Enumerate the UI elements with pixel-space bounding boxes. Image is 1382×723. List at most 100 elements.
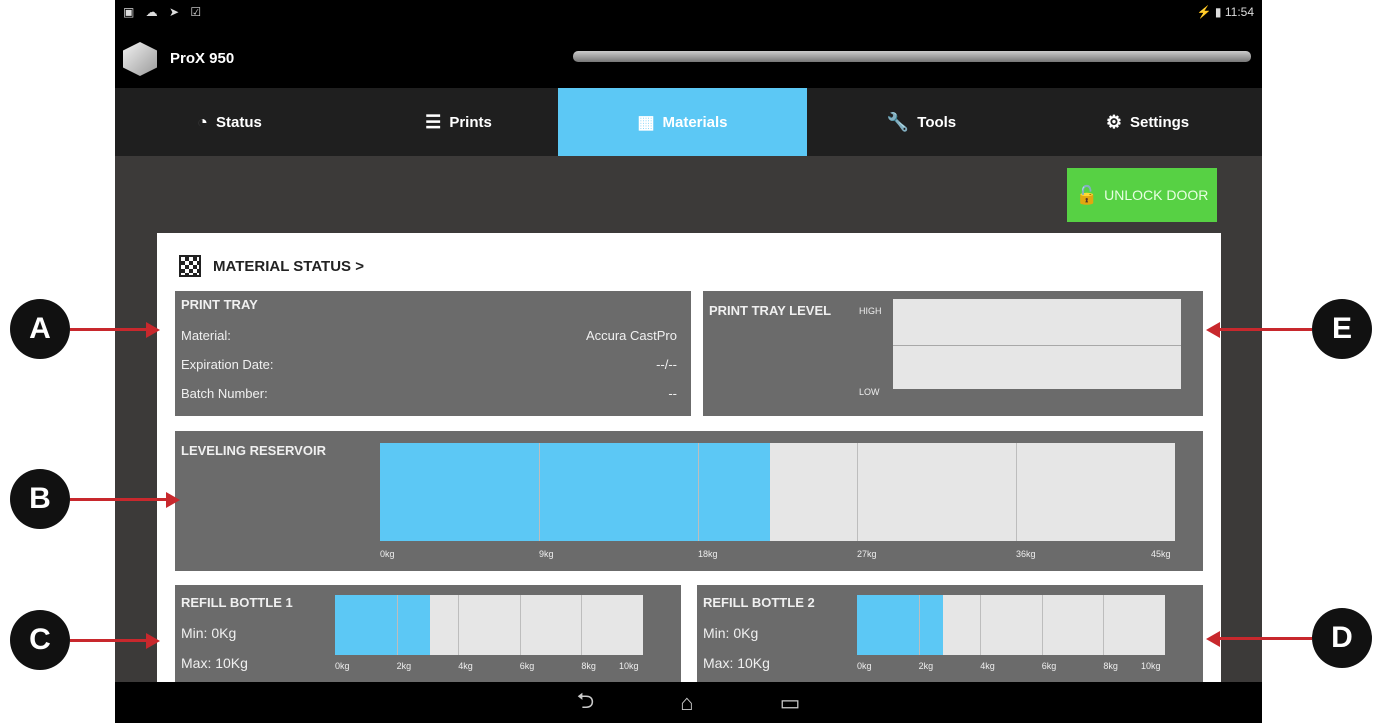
leveling-reservoir-card: LEVELING RESERVOIR 0kg 9kg 18kg 27kg 36kg 45k… [175, 431, 1203, 571]
back-icon[interactable]: ⮌ [577, 684, 595, 722]
grid-line [458, 595, 460, 655]
wrench-icon: 🔧 [886, 111, 910, 132]
level-line [893, 345, 1181, 346]
refill-bottle-1-card: REFILL BOTTLE 1 Min: 0Kg Max: 10Kg 0kg 2k… [175, 585, 681, 682]
callout-b: B [10, 469, 70, 529]
axis-tick: 8kg [1103, 661, 1118, 671]
grid-line [1016, 443, 1017, 541]
checker-icon [179, 255, 201, 277]
axis-tick: 6kg [1041, 661, 1057, 671]
axis-tick: 10kg [1141, 661, 1161, 671]
printer-logo-icon [123, 42, 157, 76]
clock-icon: ◔ [197, 111, 209, 132]
materials-content: 🔓 UNLOCK DOOR MATERIAL STATUS > PRINT TRA… [115, 156, 1262, 682]
recent-apps-icon[interactable]: ▭ [780, 690, 801, 716]
grid-line [539, 443, 540, 541]
tab-tools[interactable]: 🔧 Tools [807, 88, 1036, 156]
tab-status[interactable]: ◔ Status [115, 88, 344, 156]
leveling-reservoir-title: LEVELING RESERVOIR [181, 443, 326, 458]
progress-bar [573, 51, 1251, 62]
callout-d: D [1312, 608, 1372, 668]
callout-e-line [1220, 328, 1312, 331]
battery-icon: ⚡ ▮ [1196, 5, 1222, 19]
refill1-chart [335, 595, 643, 655]
refill-bottle-2-card: REFILL BOTTLE 2 Min: 0Kg Max: 10Kg 0kg 2k… [697, 585, 1203, 682]
axis-tick: 4kg [458, 661, 473, 671]
grid-line [1041, 595, 1043, 655]
time: 11:54 [1224, 5, 1254, 19]
grid-line [581, 595, 583, 655]
axis-tick: 9kg [539, 549, 554, 559]
callout-b-line [70, 498, 166, 501]
print-tray-level-card: PRINT TRAY LEVEL HIGH LOW [703, 291, 1203, 416]
axis-tick: 18kg [698, 549, 718, 559]
axis-tick: 2kg [918, 661, 934, 671]
level-fill [857, 595, 944, 655]
refill1-max: Max: 10Kg [181, 655, 248, 671]
level-fill [335, 595, 431, 655]
app-bar: ProX 950 [115, 24, 1262, 88]
low-label: LOW [859, 387, 880, 397]
grid-line [857, 443, 858, 541]
axis-tick: 0kg [335, 661, 350, 671]
axis-tick: 10kg [619, 661, 639, 671]
tray-level-chart [893, 299, 1181, 389]
axis-tick: 6kg [519, 661, 535, 671]
lock-open-icon: 🔓 [1075, 184, 1099, 205]
app-title: ProX 950 [170, 50, 235, 67]
tab-bar: ◔ Status ☰ Prints ▦ Materials 🔧 Tools ⚙ Setti… [115, 88, 1262, 156]
checker-icon: ▦ [637, 111, 655, 132]
expiration-row: Expiration Date: --/-- [181, 357, 677, 372]
clock: ⚡ ▮ 11:54 [1197, 5, 1254, 19]
grid-line [918, 595, 920, 655]
callout-c-arrow [146, 633, 160, 649]
axis-tick: 2kg [396, 661, 412, 671]
refill1-min: Min: 0Kg [181, 625, 237, 641]
unlock-door-button[interactable]: 🔓 UNLOCK DOOR [1067, 168, 1217, 222]
callout-a-arrow [146, 322, 160, 338]
axis-tick: 4kg [980, 661, 995, 671]
material-row: Material: Accura CastPro [181, 328, 677, 343]
refill2-max: Max: 10Kg [703, 655, 770, 671]
reservoir-chart [380, 443, 1175, 541]
tablet-screen: ▣ ☁ ➤ ☑ ⚡ ▮ 11:54 ProX 950 ◔ Status ☰ Prin… [115, 0, 1262, 723]
status-bar: ▣ ☁ ➤ ☑ ⚡ ▮ 11:54 [115, 0, 1262, 24]
grid-line [519, 595, 521, 655]
batch-row: Batch Number: -- [181, 386, 677, 401]
print-tray-level-title: PRINT TRAY LEVEL [709, 303, 832, 318]
print-tray-title: PRINT TRAY [181, 297, 258, 312]
home-icon[interactable]: ⌂ [680, 690, 693, 716]
list-icon: ☰ [425, 111, 442, 132]
callout-e-arrow [1206, 322, 1220, 338]
level-fill [380, 443, 770, 541]
material-status-heading[interactable]: MATERIAL STATUS > [179, 255, 364, 277]
tab-materials[interactable]: ▦ Materials [558, 88, 807, 156]
grid-line [698, 443, 699, 541]
notification-icons: ▣ ☁ ➤ ☑ [123, 5, 206, 19]
grid-line [980, 595, 982, 655]
axis-tick: 0kg [857, 661, 872, 671]
tab-settings[interactable]: ⚙ Settings [1033, 88, 1262, 156]
refill2-chart [857, 595, 1165, 655]
axis-tick: 45kg [1151, 549, 1171, 559]
callout-e: E [1312, 299, 1372, 359]
axis-tick: 36kg [1016, 549, 1036, 559]
axis-tick: 8kg [581, 661, 596, 671]
grid-line [396, 595, 398, 655]
callout-c-line [70, 639, 146, 642]
axis-tick: 0kg [380, 549, 395, 559]
callout-d-line [1220, 637, 1312, 640]
refill1-title: REFILL BOTTLE 1 [181, 595, 293, 610]
grid-line [1103, 595, 1105, 655]
callout-c: C [10, 610, 70, 670]
tab-prints[interactable]: ☰ Prints [344, 88, 573, 156]
gear-icon: ⚙ [1105, 111, 1122, 132]
callout-a-line [70, 328, 146, 331]
callout-d-arrow [1206, 631, 1220, 647]
axis-tick: 27kg [857, 549, 877, 559]
high-label: HIGH [859, 306, 882, 316]
refill2-title: REFILL BOTTLE 2 [703, 595, 815, 610]
callout-a: A [10, 299, 70, 359]
android-nav-bar: ⮌ ⌂ ▭ [115, 682, 1262, 723]
refill2-min: Min: 0Kg [703, 625, 759, 641]
